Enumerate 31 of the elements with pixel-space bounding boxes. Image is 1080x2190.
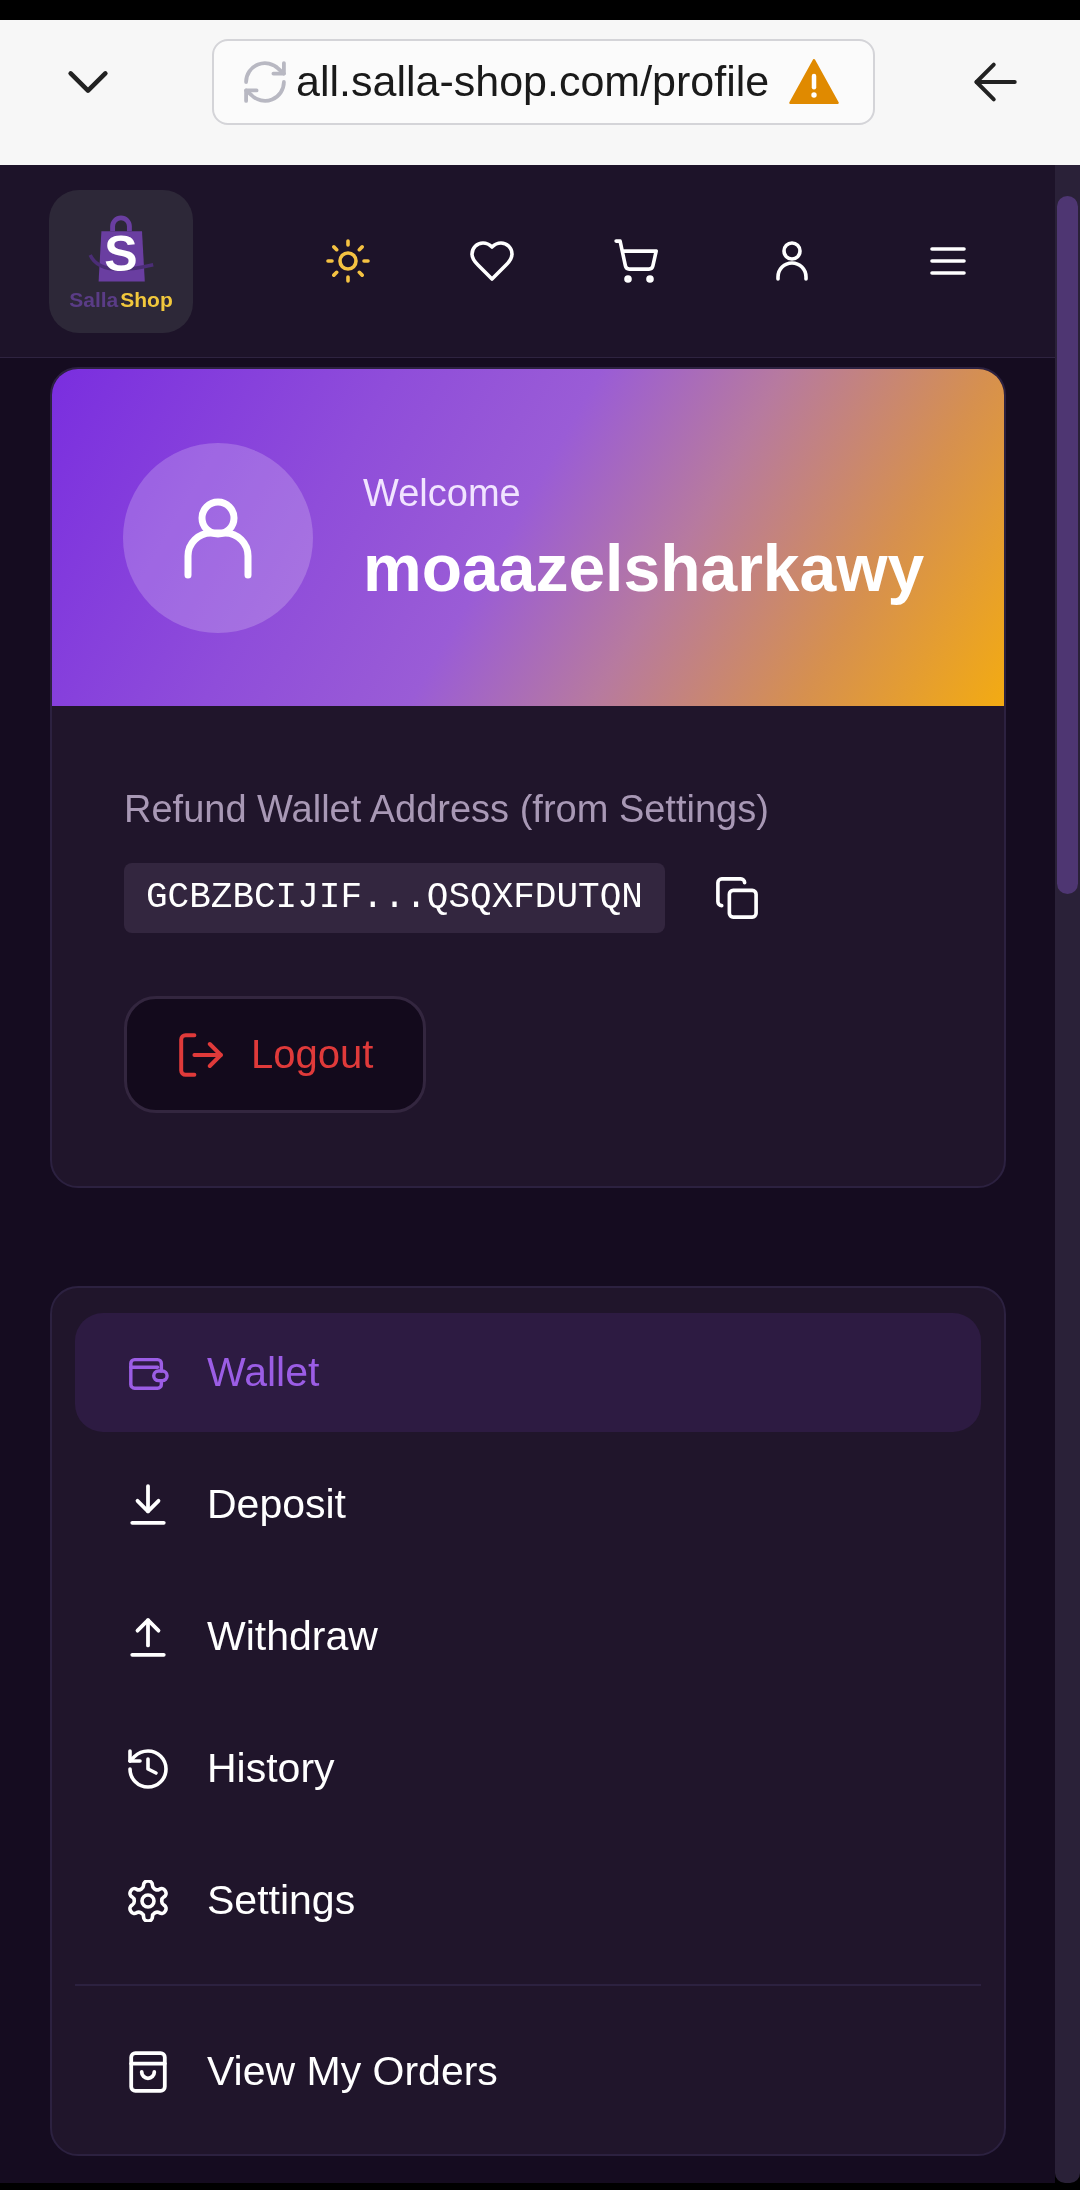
history-icon: [127, 1747, 169, 1790]
logout-button[interactable]: Logout: [124, 996, 427, 1113]
logo-letter: S: [104, 228, 138, 279]
menu-item[interactable]: Withdraw: [75, 1577, 981, 1696]
menu-item[interactable]: Deposit: [75, 1445, 981, 1564]
logout-icon: [179, 1032, 223, 1077]
cart-icon[interactable]: [614, 239, 658, 283]
scrollbar-track[interactable]: [1055, 165, 1080, 2183]
chevron-down-icon[interactable]: [66, 68, 110, 95]
logo-word: Salla: [69, 287, 119, 312]
avatar-icon: [123, 442, 313, 633]
sun-icon[interactable]: [326, 239, 370, 283]
upload-icon: [127, 1615, 169, 1658]
wallet-label: Refund Wallet Address (from Settings): [124, 787, 769, 832]
heart-icon[interactable]: [470, 239, 514, 283]
menu-item[interactable]: Wallet: [75, 1313, 981, 1432]
settings-icon: [127, 1879, 169, 1922]
shopping-bag-icon: [127, 2050, 169, 2093]
copy-icon[interactable]: [715, 877, 758, 919]
wallet-address: GCBZBCIJIF...QSQXFDUTQN: [124, 863, 665, 933]
greeting-text: Welcome: [363, 470, 522, 516]
scrollbar-thumb[interactable]: [1057, 196, 1078, 894]
logo-word: Shop: [120, 287, 173, 312]
address-bar[interactable]: all.salla-shop.com/profile: [212, 38, 875, 125]
logo[interactable]: S SallaShop: [49, 189, 193, 333]
menu-item[interactable]: Settings: [75, 1841, 981, 1960]
shopping-bag-icon: [86, 212, 156, 283]
download-icon: [127, 1483, 169, 1526]
warning-icon[interactable]: [789, 59, 840, 104]
menu-item[interactable]: History: [75, 1709, 981, 1828]
menu-item[interactable]: View My Orders: [75, 2012, 981, 2131]
